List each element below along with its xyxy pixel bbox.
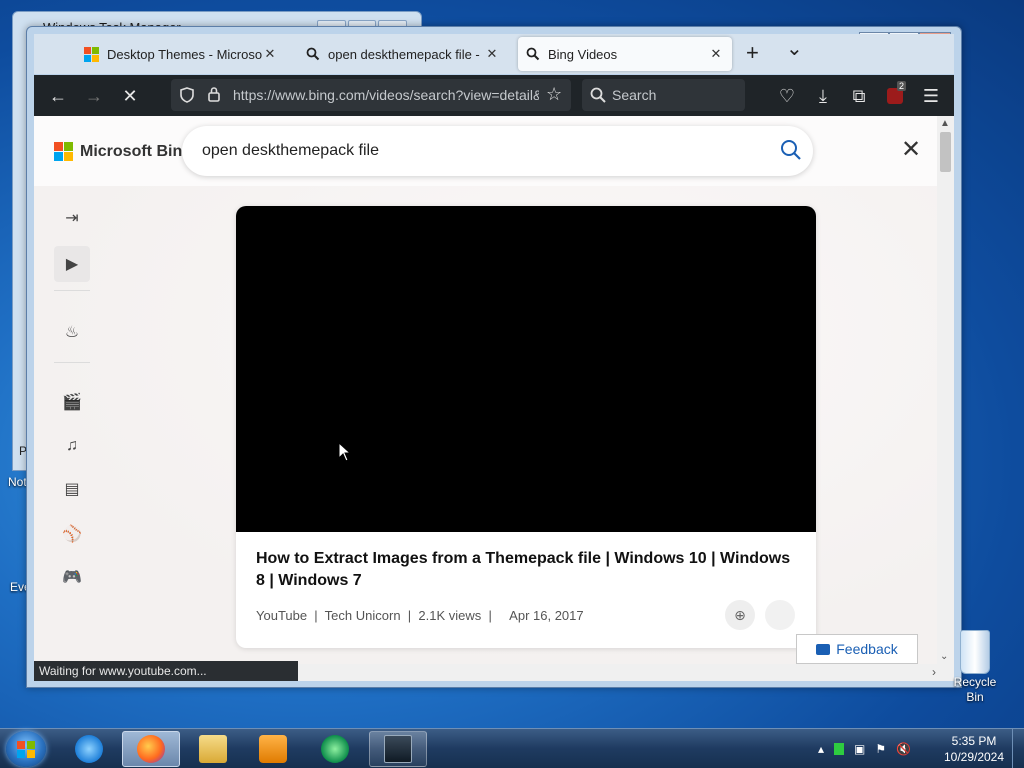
downloads-icon[interactable]: ⤓	[812, 85, 834, 107]
task-manager-icon	[384, 735, 412, 763]
microsoft-logo-icon	[54, 142, 73, 161]
news-icon[interactable]: ▤	[54, 471, 90, 507]
tray-expand-icon[interactable]: ▴	[818, 742, 824, 756]
microsoft-logo-icon	[84, 46, 99, 62]
media-player-icon	[259, 735, 287, 763]
recycle-bin-icon	[960, 630, 990, 674]
gaming-controller-icon[interactable]: 🎮	[54, 559, 90, 595]
taskbar-firefox[interactable]	[122, 731, 180, 767]
scrollbar-thumb[interactable]	[940, 132, 951, 172]
url-text[interactable]: https://www.bing.com/videos/search?view=…	[233, 87, 539, 103]
address-bar[interactable]: https://www.bing.com/videos/search?view=…	[171, 79, 571, 111]
tab-close-icon[interactable]: ✕	[262, 46, 278, 62]
menu-hamburger-icon[interactable]: ☰	[920, 85, 942, 107]
trending-flame-icon[interactable]: ♨	[54, 314, 90, 350]
navigation-toolbar: ← → ✕ https://www.bing.com/videos/search…	[34, 75, 954, 116]
taskbar: ▴ ▣ ⚑ 🔇 5:35 PM 10/29/2024	[0, 728, 1024, 768]
bing-logo[interactable]: Microsoft Bing	[54, 142, 192, 161]
folder-icon	[199, 735, 227, 763]
video-title[interactable]: How to Extract Images from a Themepack f…	[256, 548, 801, 592]
video-meta: YouTube | Tech Unicorn | 2.1K views | Ap…	[256, 608, 584, 623]
page-content: Microsoft Bing open deskthemepack file ✕…	[34, 116, 937, 664]
recycle-bin[interactable]: Recycle Bin	[944, 630, 1006, 704]
taskbar-media-center[interactable]	[306, 731, 364, 767]
expand-panel-icon[interactable]: ⇥	[54, 200, 90, 236]
tab-desktop-themes[interactable]: Desktop Themes - Microsoft Store ✕	[76, 37, 286, 71]
tab-close-icon[interactable]: ✕	[484, 46, 500, 62]
tab-title: open deskthemepack file - Search	[328, 46, 484, 62]
extension-badge: 2	[897, 81, 907, 91]
clock[interactable]: 5:35 PM 10/29/2024	[940, 733, 1008, 765]
stop-loading-icon[interactable]: ✕	[119, 85, 141, 107]
system-tray: ▴ ▣ ⚑ 🔇	[818, 733, 911, 765]
ublock-extension-icon[interactable]: 2	[884, 81, 907, 107]
tab-search[interactable]: open deskthemepack file - Search ✕	[298, 37, 508, 71]
bing-search-box[interactable]: open deskthemepack file	[182, 126, 813, 176]
bing-header: Microsoft Bing open deskthemepack file ✕	[34, 116, 937, 186]
tab-title: Bing Videos	[548, 46, 618, 62]
globe-icon[interactable]: ⊕	[725, 600, 755, 630]
network-icon[interactable]: ▣	[854, 742, 865, 756]
taskbar-task-manager[interactable]	[369, 731, 427, 767]
extensions-icon[interactable]: ⧉	[848, 85, 870, 107]
toolbar-search-box[interactable]: Search	[582, 79, 745, 111]
media-center-icon	[321, 735, 349, 763]
tab-strip: Desktop Themes - Microsoft Store ✕ open …	[34, 34, 954, 74]
desktop-icon-label[interactable]: Not	[8, 475, 27, 489]
taskbar-file-explorer[interactable]	[184, 731, 242, 767]
status-bar: Waiting for www.youtube.com...	[34, 661, 298, 681]
bing-logo-text: Microsoft Bing	[80, 142, 192, 160]
show-desktop-button[interactable]	[1012, 729, 1024, 768]
tab-close-icon[interactable]: ✕	[708, 46, 724, 62]
recycle-bin-label: Recycle Bin	[953, 675, 997, 704]
clock-time: 5:35 PM	[951, 734, 997, 748]
shield-icon[interactable]	[179, 87, 195, 103]
search-query[interactable]: open deskthemepack file	[202, 142, 379, 160]
search-icon	[306, 47, 320, 61]
more-options-button[interactable]	[765, 600, 795, 630]
tray-task-manager-icon[interactable]	[834, 743, 845, 755]
taskbar-internet-explorer[interactable]	[60, 731, 118, 767]
close-video-overlay-button[interactable]: ✕	[899, 138, 923, 162]
forward-arrow-icon[interactable]: →	[83, 85, 105, 107]
pocket-icon[interactable]: ♡	[776, 85, 798, 107]
search-icon	[526, 47, 540, 61]
clock-date: 10/29/2024	[943, 750, 1005, 764]
firefox-icon	[137, 735, 165, 763]
video-card: How to Extract Images from a Themepack f…	[236, 206, 816, 648]
music-note-icon[interactable]: ♫	[54, 428, 90, 464]
start-button[interactable]	[6, 731, 46, 767]
search-icon	[590, 87, 606, 103]
video-play-icon[interactable]: ▶	[54, 246, 90, 282]
back-arrow-icon[interactable]: ←	[47, 85, 69, 107]
new-tab-button[interactable]: +	[746, 40, 759, 66]
lock-icon[interactable]	[207, 86, 221, 103]
video-player[interactable]	[236, 206, 816, 532]
feedback-chat-icon	[816, 643, 831, 655]
bookmark-star-icon[interactable]: ☆	[546, 84, 562, 105]
vertical-scrollbar[interactable]: ▲ ⌄	[937, 116, 954, 664]
sports-ball-icon[interactable]: ⚾	[54, 516, 90, 552]
list-tabs-button[interactable]: ⌄	[786, 36, 803, 61]
scroll-right-arrow-icon[interactable]: ›	[932, 665, 936, 679]
action-center-flag-icon[interactable]: ⚑	[875, 742, 886, 756]
movies-clapperboard-icon[interactable]: 🎬	[54, 384, 90, 420]
search-placeholder: Search	[612, 87, 657, 103]
feedback-button[interactable]: Feedback	[796, 634, 918, 664]
volume-muted-icon[interactable]: 🔇	[896, 742, 911, 756]
internet-explorer-icon	[75, 735, 103, 763]
tab-bing-videos[interactable]: Bing Videos ✕	[518, 37, 732, 71]
mouse-cursor-icon	[338, 442, 352, 462]
search-icon[interactable]	[779, 138, 803, 162]
tab-title: Desktop Themes - Microsoft Store	[107, 46, 262, 62]
taskbar-media-player[interactable]	[244, 731, 302, 767]
scroll-up-arrow-icon[interactable]: ▲	[940, 118, 950, 129]
feedback-label: Feedback	[836, 641, 898, 657]
